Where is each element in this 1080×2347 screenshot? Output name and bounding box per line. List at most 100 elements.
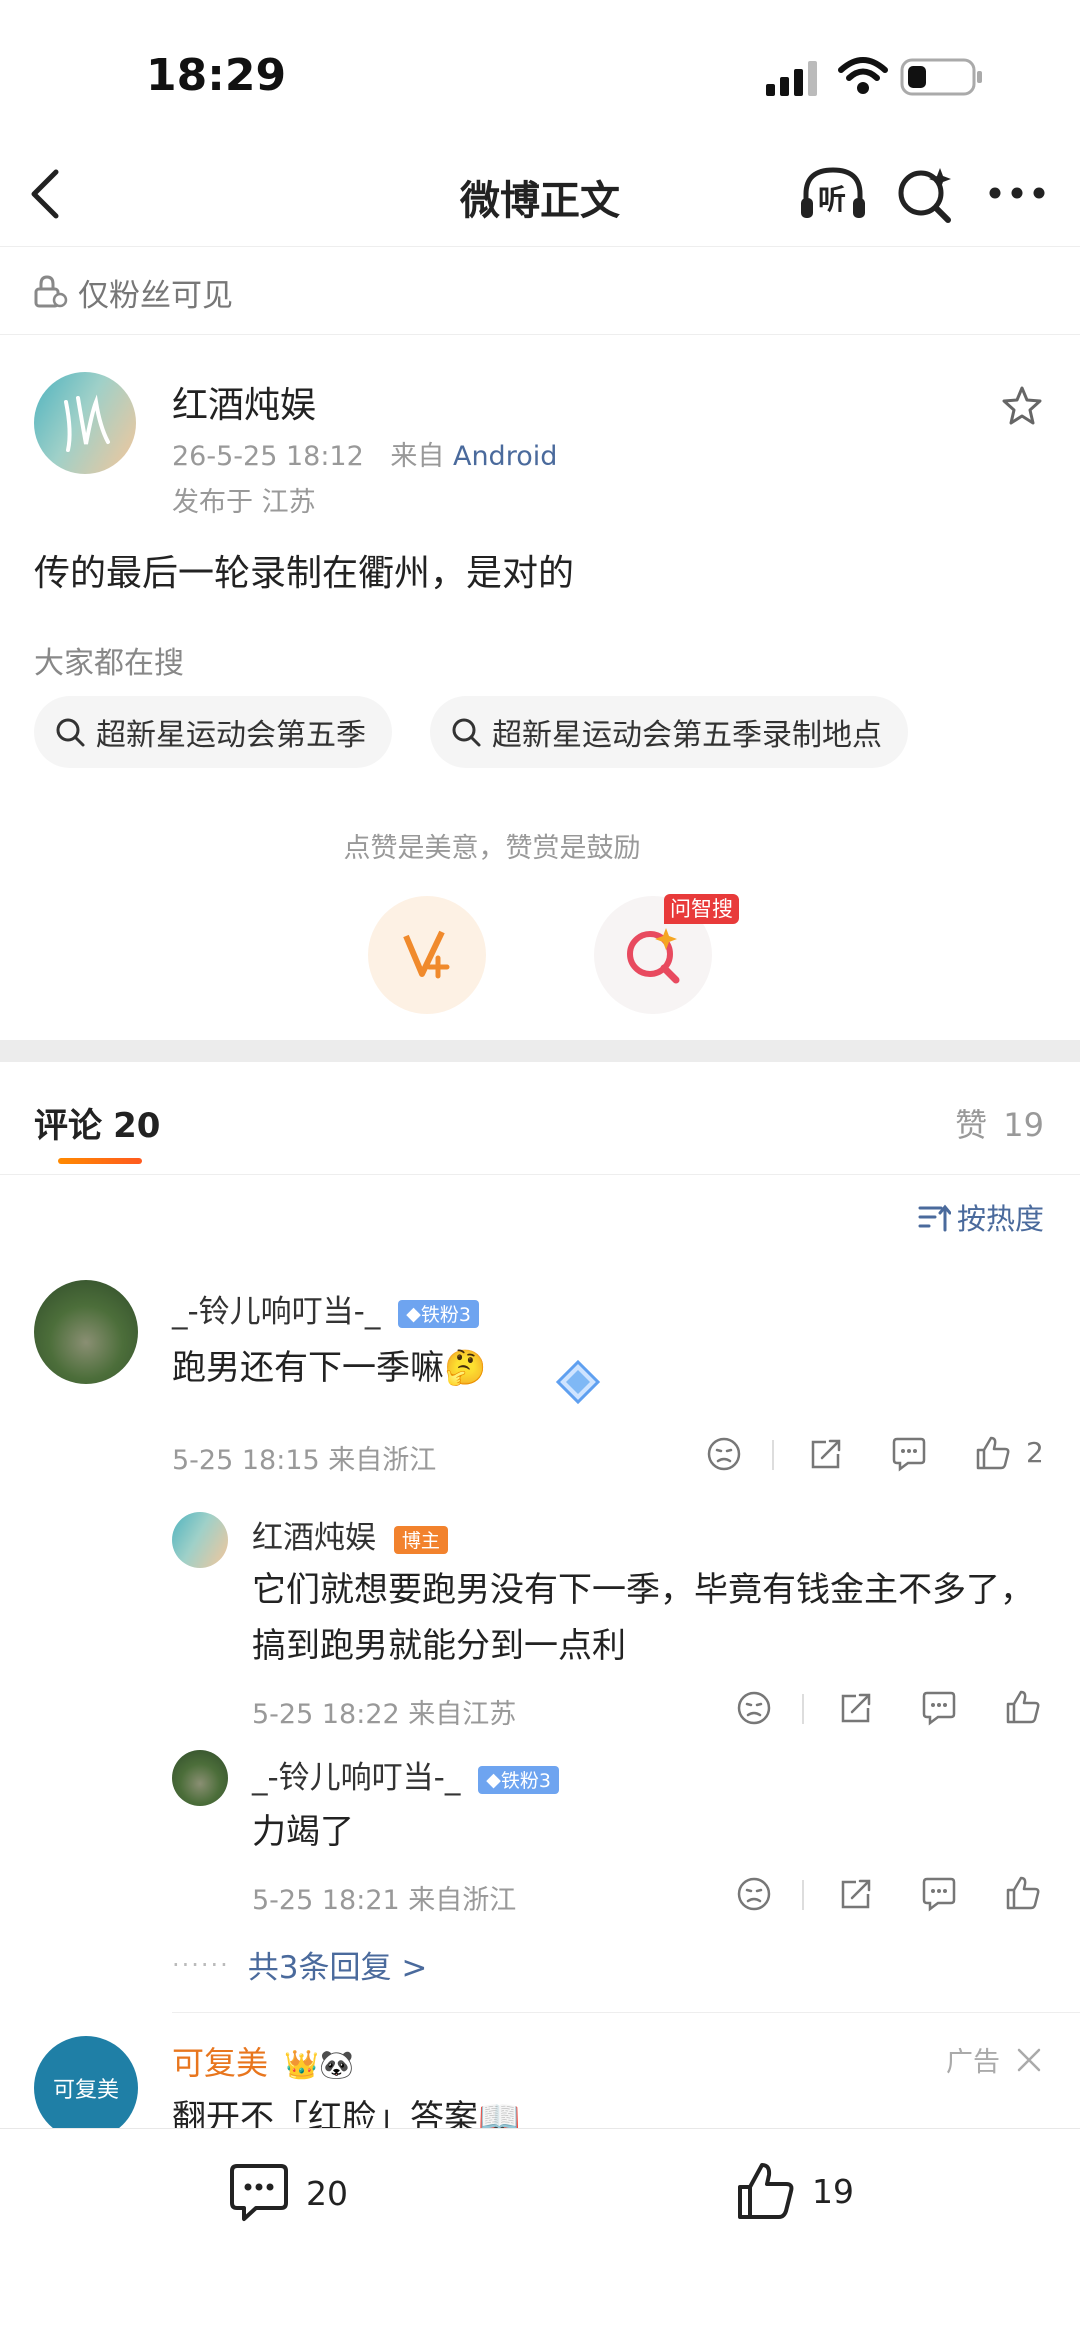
chip-label: 超新星运动会第五季录制地点: [492, 718, 882, 753]
search-icon: [56, 718, 85, 747]
fan-badge-label: 铁粉3: [420, 1304, 471, 1326]
ad-label: 广告: [946, 2047, 1000, 2078]
share-icon[interactable]: [838, 1876, 874, 1912]
reply-meta: 5-25 18:22 来自江苏: [252, 1699, 517, 1730]
crown-icon: 👑🐼: [284, 2048, 354, 2081]
reply-icon[interactable]: [920, 1690, 958, 1726]
ad-author-row: 可复美 👑🐼: [172, 2038, 354, 2084]
like-icon[interactable]: [974, 1434, 1012, 1472]
reply-text: 力竭了: [252, 1812, 354, 1852]
comment-author-row: _-铃儿响叮当-_ ◆ 铁粉3: [172, 1286, 479, 1331]
fan-badge: ◆ 铁粉3: [478, 1765, 559, 1794]
visibility-row: 仅粉丝可见: [32, 268, 233, 316]
more-replies-label: 共3条回复 >: [247, 1950, 428, 1986]
comment-meta: 5-25 18:15 来自浙江: [172, 1445, 437, 1476]
post-source[interactable]: Android: [453, 441, 557, 472]
tab-comments[interactable]: 评论 20: [34, 1098, 160, 1147]
listen-button[interactable]: 听: [798, 164, 868, 224]
author-avatar[interactable]: [34, 372, 136, 474]
bottom-comment-count: 20: [306, 2173, 348, 2213]
reply-avatar[interactable]: [172, 1750, 228, 1806]
comment-divider: [172, 2012, 1080, 2013]
reply-icon[interactable]: [920, 1876, 958, 1912]
fan-diamond-icon: [555, 1359, 601, 1405]
dislike-face-icon[interactable]: [706, 1436, 742, 1472]
tab-likes-label: 赞: [955, 1106, 988, 1144]
ad-label-row: 广告: [946, 2040, 1044, 2079]
reply-author[interactable]: 红酒炖娱: [252, 1520, 376, 1556]
post-location: 发布于 江苏: [172, 487, 316, 518]
comment-icon: [230, 2164, 288, 2221]
reply-icon[interactable]: [890, 1436, 928, 1472]
search-icon: [452, 718, 481, 747]
tab-comments-label: 评论: [34, 1106, 102, 1146]
ad-avatar-text: 可复美: [52, 2078, 119, 2103]
tab-likes-count: 19: [1003, 1106, 1044, 1144]
like-icon[interactable]: [1004, 1874, 1042, 1912]
reward-button[interactable]: [368, 896, 486, 1014]
reply-meta: 5-25 18:21 来自浙江: [252, 1885, 517, 1916]
tab-active-indicator: [58, 1158, 142, 1164]
reward-hint: 点赞是美意，赞赏是鼓励: [343, 833, 641, 864]
share-icon[interactable]: [808, 1436, 844, 1472]
trending-chip-1[interactable]: 超新星运动会第五季: [34, 696, 392, 768]
more-replies-link[interactable]: ······ 共3条回复 >: [172, 1942, 427, 1987]
bottom-like-count: 19: [812, 2171, 854, 2211]
action-separator: [802, 1880, 804, 1910]
wifi-icon: [838, 57, 888, 94]
reply-author-row: 红酒炖娱 博主: [252, 1512, 448, 1557]
tab-comments-count: 20: [113, 1106, 161, 1146]
status-time: 18:29: [146, 50, 287, 101]
bottom-like-button[interactable]: 19: [734, 2159, 854, 2223]
ad-avatar[interactable]: 可复美: [34, 2036, 138, 2140]
dislike-face-icon[interactable]: [736, 1690, 772, 1726]
avatar-signature-icon: [64, 394, 110, 452]
chip-label: 超新星运动会第五季: [96, 718, 366, 753]
dislike-face-icon[interactable]: [736, 1876, 772, 1912]
like-count: 2: [1026, 1436, 1044, 1469]
post-text: 传的最后一轮录制在衢州，是对的: [34, 553, 575, 594]
trending-heading: 大家都在搜: [34, 646, 184, 681]
visibility-label: 仅粉丝可见: [78, 277, 233, 314]
ask-ai-badge: 问智搜: [664, 894, 739, 924]
fan-badge-label: 铁粉3: [500, 1770, 551, 1792]
action-separator: [802, 1694, 804, 1724]
nav-bar: 微博正文 听: [0, 140, 1080, 246]
ad-author[interactable]: 可复美: [172, 2044, 268, 2082]
trending-chip-2[interactable]: 超新星运动会第五季录制地点: [430, 696, 908, 768]
thumbs-up-icon: [738, 2163, 794, 2219]
bottom-bar: 20 19: [0, 2128, 1080, 2347]
reply-text: 它们就想要跑男没有下一季，毕竟有钱金主不多了，搞到跑男就能分到一点利: [252, 1570, 1034, 1666]
listen-label: 听: [818, 183, 847, 216]
comment-text: 跑男还有下一季嘛🤔: [172, 1348, 487, 1388]
sort-label: 按热度: [956, 1202, 1044, 1236]
status-bar: 18:29: [0, 0, 1080, 140]
reply-avatar[interactable]: [172, 1512, 228, 1568]
tab-likes[interactable]: 赞 19: [955, 1100, 1044, 1146]
action-separator: [772, 1440, 774, 1470]
reward-v-icon: [403, 930, 450, 979]
author-name[interactable]: 红酒炖娱: [172, 376, 316, 428]
battery-icon: [900, 58, 982, 96]
sort-icon: [918, 1204, 951, 1232]
commenter-avatar[interactable]: [34, 1280, 138, 1384]
bottom-comment-button[interactable]: 20: [226, 2161, 348, 2225]
more-icon[interactable]: [988, 186, 1046, 200]
ai-search-icon[interactable]: [896, 166, 954, 224]
post-time: 26-5-25 18:12: [172, 441, 364, 472]
share-icon[interactable]: [838, 1690, 874, 1726]
reply-author-row: _-铃儿响叮当-_ ◆ 铁粉3: [252, 1752, 559, 1797]
dotted-leader: ······: [172, 1950, 230, 1979]
post-from-prefix: 来自: [390, 441, 445, 472]
comment-author[interactable]: _-铃儿响叮当-_: [172, 1294, 380, 1330]
like-icon[interactable]: [1004, 1688, 1042, 1726]
fan-badge: ◆ 铁粉3: [398, 1299, 479, 1328]
close-icon[interactable]: [1014, 2045, 1044, 2075]
reply-author[interactable]: _-铃儿响叮当-_: [252, 1760, 460, 1796]
host-badge: 博主: [393, 1525, 448, 1554]
fans-only-icon: [34, 275, 68, 308]
post-meta: 26-5-25 18:12 来自 Android: [172, 434, 557, 473]
favorite-star-icon[interactable]: [1000, 384, 1044, 428]
sort-button[interactable]: 按热度: [917, 1196, 1044, 1238]
signal-icon: [766, 61, 817, 96]
